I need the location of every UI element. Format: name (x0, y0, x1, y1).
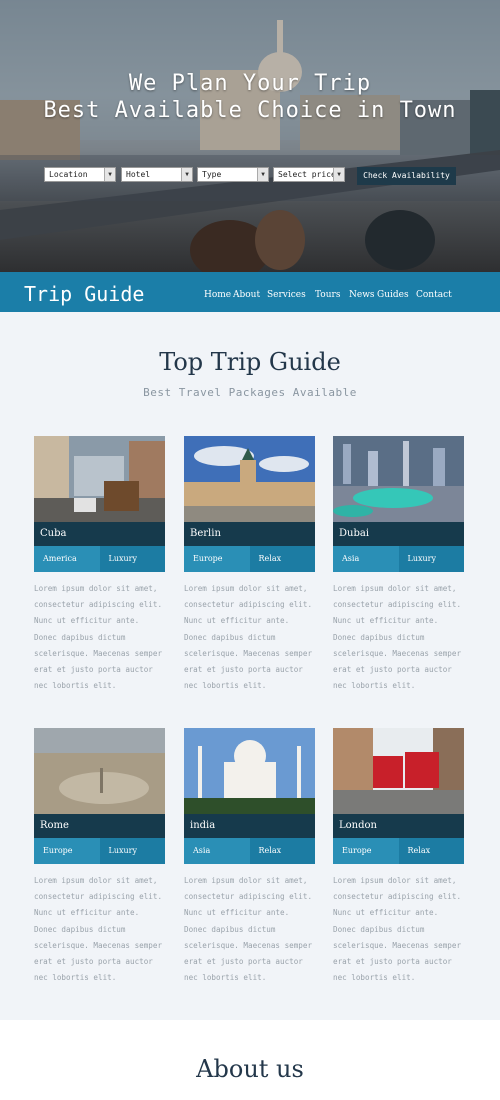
card-description: Lorem ipsum dolor sit amet, consectetur … (184, 876, 313, 983)
card-tag-type[interactable]: Luxury (99, 546, 165, 572)
card-description: Lorem ipsum dolor sit amet, consectetur … (184, 584, 313, 691)
card-title: London (333, 814, 464, 838)
chevron-down-icon: ▼ (257, 168, 268, 181)
chevron-down-icon: ▼ (104, 168, 115, 181)
card-title: Dubai (333, 522, 464, 546)
trip-card[interactable]: Cuba America Luxury Lorem ipsum dolor si… (34, 436, 165, 694)
nav-item-news[interactable]: News (349, 290, 375, 300)
trip-card[interactable]: London Europe Relax Lorem ipsum dolor si… (333, 728, 464, 986)
hotel-select[interactable]: Hotel ▼ (121, 167, 193, 182)
hero-banner: We Plan Your Trip Best Available Choice … (0, 0, 500, 272)
price-select-label: Select price (278, 170, 336, 179)
price-select[interactable]: Select price ▼ (273, 167, 345, 182)
card-tag-type[interactable]: Relax (249, 546, 315, 572)
trip-card[interactable]: Rome Europe Luxury Lorem ipsum dolor sit… (34, 728, 165, 986)
chevron-down-icon: ▼ (333, 168, 344, 181)
about-title: About us (196, 1055, 304, 1083)
section-subtitle: Best Travel Packages Available (143, 386, 357, 399)
check-availability-button[interactable]: Check Availability (357, 167, 456, 185)
hero-title-line1: We Plan Your Trip (128, 71, 372, 96)
card-photo (34, 728, 165, 814)
chevron-down-icon: ▼ (181, 168, 192, 181)
card-tag-region[interactable]: Asia (184, 838, 250, 864)
card-photo (184, 728, 315, 814)
card-tag-type[interactable]: Relax (249, 838, 315, 864)
location-select-label: Location (49, 170, 88, 179)
trip-card[interactable]: india Asia Relax Lorem ipsum dolor sit a… (184, 728, 315, 986)
card-tag-type[interactable]: Luxury (398, 546, 464, 572)
card-tag-region[interactable]: Asia (333, 546, 399, 572)
card-title: Berlin (184, 522, 315, 546)
card-tag-type[interactable]: Relax (398, 838, 464, 864)
card-tag-region[interactable]: Europe (333, 838, 399, 864)
card-description: Lorem ipsum dolor sit amet, consectetur … (333, 876, 462, 983)
nav-item-guides[interactable]: Guides (377, 290, 409, 300)
nav-item-tours[interactable]: Tours (315, 290, 340, 300)
nav-item-home[interactable]: Home (204, 290, 231, 300)
card-tag-type[interactable]: Luxury (99, 838, 165, 864)
location-select[interactable]: Location ▼ (44, 167, 116, 182)
type-select-label: Type (202, 170, 222, 179)
card-title: Rome (34, 814, 165, 838)
card-photo (333, 436, 464, 522)
card-photo (34, 436, 165, 522)
section-title: Top Trip Guide (159, 348, 341, 376)
card-title: india (184, 814, 315, 838)
hero-photo (0, 0, 500, 272)
type-select[interactable]: Type ▼ (197, 167, 269, 182)
card-description: Lorem ipsum dolor sit amet, consectetur … (333, 584, 462, 691)
nav-item-contact[interactable]: Contact (416, 290, 452, 300)
card-tag-region[interactable]: Europe (184, 546, 250, 572)
card-photo (333, 728, 464, 814)
card-description: Lorem ipsum dolor sit amet, consectetur … (34, 584, 163, 691)
card-tag-region[interactable]: America (34, 546, 100, 572)
brand-logo[interactable]: Trip Guide (24, 282, 144, 306)
nav-item-about[interactable]: About (233, 290, 260, 300)
card-photo (184, 436, 315, 522)
hotel-select-label: Hotel (126, 170, 151, 179)
trip-card[interactable]: Dubai Asia Luxury Lorem ipsum dolor sit … (333, 436, 464, 694)
card-title: Cuba (34, 522, 165, 546)
hero-title-line2: Best Available Choice in Town (43, 98, 457, 123)
nav-item-services[interactable]: Services (267, 290, 306, 300)
trip-card[interactable]: Berlin Europe Relax Lorem ipsum dolor si… (184, 436, 315, 694)
card-tag-region[interactable]: Europe (34, 838, 100, 864)
card-description: Lorem ipsum dolor sit amet, consectetur … (34, 876, 163, 983)
